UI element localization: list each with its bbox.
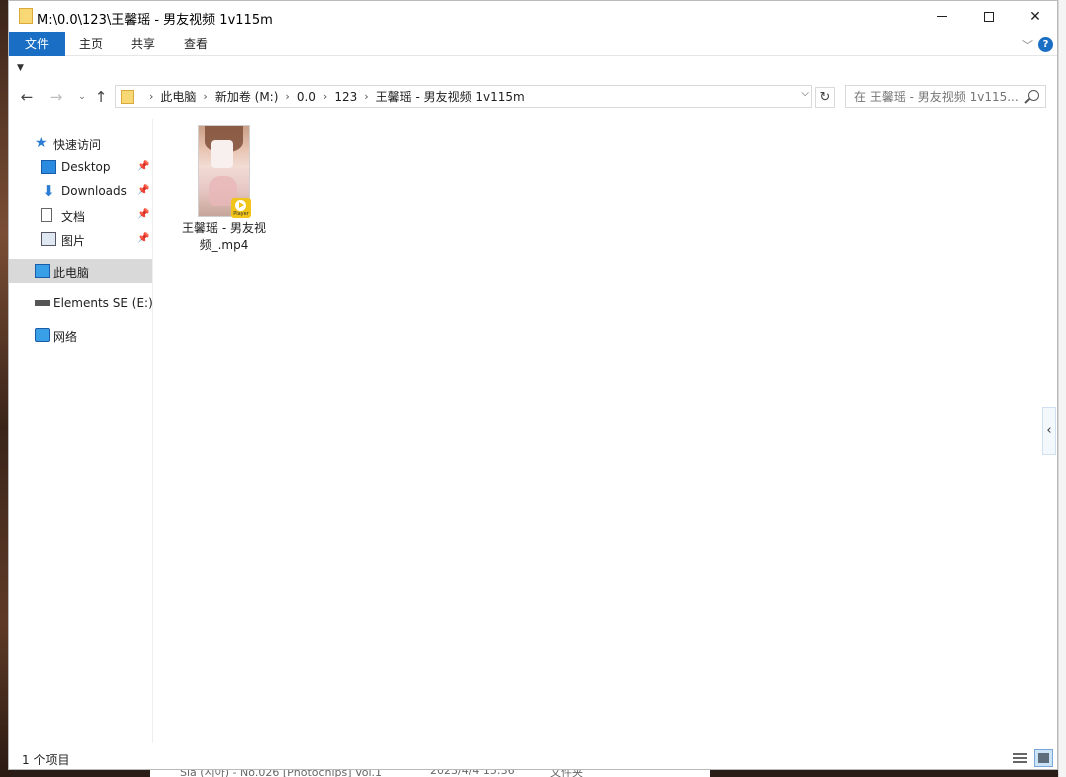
minimize-icon — [937, 16, 947, 17]
navigation-pane: ★ 快速访问 Desktop 📌 ⬇ Downloads 📌 文档 📌 图片 📌… — [9, 119, 153, 743]
file-list[interactable]: Player 王馨瑶 - 男友视频_.mp4 — [154, 119, 1057, 743]
player-badge-label: Player — [233, 211, 249, 217]
item-count: 1 个项目 — [22, 753, 70, 767]
thumbnail-image-part — [211, 140, 233, 168]
desktop-icon — [41, 160, 56, 174]
sidebar-item-label: 此电脑 — [53, 266, 90, 280]
window-title: M:\0.0\123\王馨瑶 - 男友视频 1v115m — [37, 13, 273, 28]
sidebar-item-label: Elements SE (E:) — [53, 296, 153, 310]
large-icons-view-icon[interactable] — [1034, 749, 1053, 767]
minimize-button[interactable] — [919, 1, 965, 32]
sidebar-item-label: 快速访问 — [53, 138, 102, 152]
title-bar[interactable]: M:\0.0\123\王馨瑶 - 男友视频 1v115m ✕ — [9, 1, 1057, 32]
drive-icon — [35, 300, 50, 306]
sidebar-item-label: Downloads — [61, 184, 127, 198]
file-explorer-window: M:\0.0\123\王馨瑶 - 男友视频 1v115m ✕ 文件 主页 共享 … — [8, 0, 1058, 770]
breadcrumb-current-folder[interactable]: 王馨瑶 - 男友视频 1v115m — [376, 88, 525, 105]
search-box[interactable] — [845, 85, 1046, 108]
folder-icon — [121, 89, 134, 104]
recent-locations-chevron-icon[interactable]: ⌄ — [72, 87, 92, 107]
back-arrow-icon[interactable]: ← — [17, 87, 37, 107]
pin-icon[interactable]: 📌 — [137, 161, 149, 172]
details-view-icon[interactable] — [1013, 751, 1029, 765]
expand-ribbon-chevron-icon[interactable]: ﹀ — [1022, 37, 1033, 53]
sidebar-item-network[interactable]: 网络 — [9, 323, 152, 347]
tab-view[interactable]: 查看 — [170, 32, 222, 56]
chevron-down-icon[interactable]: ⌵ — [801, 88, 809, 99]
refresh-icon[interactable]: ↻ — [815, 87, 835, 108]
file-item[interactable]: Player 王馨瑶 - 男友视频_.mp4 — [174, 123, 274, 254]
folder-icon — [19, 8, 33, 24]
sidebar-item-drive-e[interactable]: Elements SE (E:) — [9, 291, 153, 315]
help-icon[interactable]: ? — [1038, 37, 1053, 52]
maximize-button[interactable] — [966, 1, 1012, 32]
sidebar-item-label: 文档 — [61, 210, 86, 224]
star-icon: ★ — [35, 135, 48, 151]
background-window-edge — [1058, 0, 1066, 777]
file-name[interactable]: 王馨瑶 - 男友视频_.mp4 — [174, 220, 274, 254]
sidebar-item-documents[interactable]: 文档 📌 — [9, 203, 152, 227]
sidebar-item-label: 网络 — [53, 330, 78, 344]
tab-share[interactable]: 共享 — [117, 32, 169, 56]
quick-access-toolbar: ▼ — [9, 57, 1057, 81]
chevron-right-icon[interactable]: › — [364, 90, 368, 103]
player-app-icon: Player — [231, 198, 251, 218]
sidebar-item-this-pc[interactable]: 此电脑 — [9, 259, 152, 283]
forward-arrow-icon[interactable]: → — [46, 87, 66, 107]
download-icon: ⬇ — [42, 182, 55, 200]
sidebar-item-pictures[interactable]: 图片 📌 — [9, 227, 152, 251]
document-icon — [41, 208, 52, 222]
picture-icon — [41, 232, 56, 246]
tab-file[interactable]: 文件 — [9, 32, 65, 56]
sidebar-item-quick-access[interactable]: ★ 快速访问 — [9, 131, 152, 155]
up-arrow-icon[interactable]: ↑ — [91, 87, 111, 107]
breadcrumb-folder[interactable]: 123 — [334, 90, 357, 104]
breadcrumb-folder[interactable]: 0.0 — [297, 90, 316, 104]
sidebar-item-label: Desktop — [61, 160, 111, 174]
pin-icon[interactable]: 📌 — [137, 185, 149, 196]
chevron-right-icon[interactable]: › — [203, 90, 207, 103]
navigation-bar: ← → ⌄ ↑ › 此电脑 › 新加卷 (M:) › 0.0 › 123 › 王… — [9, 83, 1057, 111]
status-bar: 1 个项目 — [9, 746, 1057, 770]
video-thumbnail[interactable]: Player — [198, 125, 251, 218]
close-icon: ✕ — [1029, 8, 1041, 25]
sidebar-item-downloads[interactable]: ⬇ Downloads 📌 — [9, 179, 152, 203]
search-icon[interactable] — [1028, 90, 1039, 101]
network-icon — [35, 328, 50, 342]
computer-icon — [35, 264, 50, 278]
pin-icon[interactable]: 📌 — [137, 209, 149, 220]
chevron-right-icon[interactable]: › — [149, 90, 153, 103]
preview-pane-toggle-chevron-left-icon[interactable]: ‹ — [1042, 407, 1056, 455]
chevron-right-icon[interactable]: › — [285, 90, 289, 103]
search-input[interactable] — [846, 86, 1021, 107]
sidebar-item-desktop[interactable]: Desktop 📌 — [9, 155, 152, 179]
customize-toolbar-dropdown-icon[interactable]: ▼ — [17, 63, 24, 73]
breadcrumb-this-pc[interactable]: 此电脑 — [160, 88, 196, 105]
maximize-icon — [984, 11, 994, 22]
tab-home[interactable]: 主页 — [65, 32, 117, 56]
close-button[interactable]: ✕ — [1012, 1, 1058, 32]
breadcrumb-drive[interactable]: 新加卷 (M:) — [215, 88, 279, 105]
sidebar-item-label: 图片 — [61, 234, 86, 248]
pin-icon[interactable]: 📌 — [137, 233, 149, 244]
chevron-right-icon[interactable]: › — [323, 90, 327, 103]
ribbon-tabs: 文件 主页 共享 查看 ﹀ ? — [9, 32, 1057, 56]
address-bar[interactable]: › 此电脑 › 新加卷 (M:) › 0.0 › 123 › 王馨瑶 - 男友视… — [115, 85, 812, 108]
